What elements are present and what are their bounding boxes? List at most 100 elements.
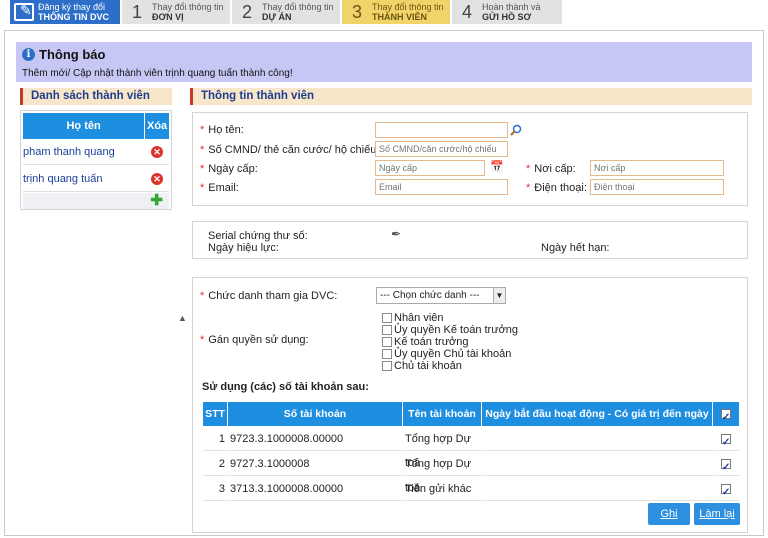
step-number: 4 [461,1,472,22]
step-label-line1: Thay đổi thông tin [372,2,444,12]
step-label-line1: Đăng ký thay đổi [38,2,106,12]
checkbox-label: Ủy quyền Kế toán trưởng [394,324,519,336]
issue-date-input[interactable] [375,160,485,176]
row-select-cell[interactable] [713,427,739,455]
add-member-icon[interactable]: ✚ [150,193,163,208]
valid-from-label: Ngày hiệu lực: [208,242,279,254]
member-row[interactable]: trịnh quang tuấn ✕ [23,166,169,192]
phone-input[interactable] [590,179,724,195]
row-checkbox[interactable] [721,481,731,505]
right-checkbox-deputy-account-owner[interactable]: Ủy quyền Chủ tài khoản [382,348,511,360]
row-account-number: 3713.3.1000008.00000 [228,477,402,501]
step-register-change[interactable]: Đăng ký thay đổi THÔNG TIN DVC [10,0,120,24]
position-select[interactable]: --- Chọn chức danh --- ▼ [376,287,506,304]
row-date-range [482,452,712,476]
info-icon: i [22,48,35,61]
row-stt: 3 [203,477,227,501]
chevron-down-icon[interactable]: ▼ [493,288,505,303]
checkbox[interactable] [382,337,392,347]
checkbox[interactable] [382,325,392,335]
checkbox-label: Nhân viên [394,312,444,324]
email-label: * Email: [200,182,239,194]
cursor-icon: ▲ [178,313,187,323]
fullname-input[interactable] [375,122,508,138]
issue-place-label: * Nơi cấp: [526,163,576,175]
save-button[interactable]: Ghi [648,503,690,525]
row-account-name: Tổng hợp Dự toá [403,427,481,469]
wizard-steps: Đăng ký thay đổi THÔNG TIN DVC 1 Thay đổ… [0,0,768,26]
position-label: * Chức danh tham gia DVC: [200,290,338,302]
delete-icon[interactable]: ✕ [151,172,163,185]
row-checkbox[interactable] [721,456,731,480]
row-select-cell[interactable] [713,477,739,505]
row-account-number: 9723.3.1000008.00000 [228,427,402,451]
row-stt: 1 [203,427,227,451]
step-unit[interactable]: 1 Thay đổi thông tin ĐƠN VỊ [122,0,230,24]
accounts-title: Sử dụng (các) số tài khoản sau: [202,381,369,393]
step-complete-submit[interactable]: 4 Hoàn thành và GỬI HỒ SƠ [452,0,562,24]
step-label-line1: Thay đổi thông tin [262,2,334,12]
row-date-range [482,477,712,501]
delete-icon[interactable]: ✕ [151,145,163,158]
notice-title-text: Thông báo [39,47,106,62]
row-stt: 2 [203,452,227,476]
row-account-number: 9727.3.1000008 [228,452,402,476]
checkbox-label: Kế toán trưởng [394,336,469,348]
col-header-account-name: Tên tài khoản [403,402,481,426]
notice-title: i Thông báo [22,47,105,62]
member-name-link[interactable]: pham thanh quang [23,146,145,158]
row-account-name: Tiền gửi khác [403,477,481,501]
calendar-icon[interactable]: 📅 [490,160,504,173]
position-select-value: --- Chọn chức danh --- [380,290,480,301]
valid-to-label: Ngày hết hạn: [541,242,610,254]
checkbox[interactable] [382,361,392,371]
id-number-input[interactable] [375,141,508,157]
step-number: 2 [241,1,252,22]
step-label-line2: ĐƠN VỊ [152,12,184,22]
email-input[interactable] [375,179,508,195]
member-table-footer: ✚ [23,193,169,209]
rights-label: * Gán quyền sử dụng: [200,334,309,346]
step-project[interactable]: 2 Thay đổi thông tin DỰ ÁN [232,0,340,24]
right-checkbox-staff[interactable]: Nhân viên [382,312,444,324]
search-icon[interactable] [510,124,522,136]
col-header-stt: STT [203,402,227,426]
col-header-select-all[interactable] [713,402,739,430]
edit-document-icon [14,2,34,21]
row-account-name: Tổng hợp Dự toá [403,452,481,494]
row-select-cell[interactable] [713,452,739,480]
member-row[interactable]: pham thanh quang ✕ [23,139,169,165]
select-all-checkbox[interactable] [721,406,731,430]
member-name-link[interactable]: trịnh quang tuấn [23,173,145,185]
pen-icon[interactable]: ✒ [391,227,401,241]
checkbox[interactable] [382,313,392,323]
checkbox-label: Chủ tài khoản [394,360,462,372]
step-label-line2: GỬI HỒ SƠ [482,12,532,22]
members-heading: Danh sách thành viên [20,88,172,105]
step-label-line2: THÔNG TIN DVC [38,12,109,22]
row-checkbox[interactable] [721,431,731,455]
right-checkbox-chief-accountant[interactable]: Kế toán trưởng [382,336,469,348]
step-number: 1 [131,1,142,22]
id-label: * Số CMND/ thẻ căn cước/ hộ chiếu: [200,144,380,156]
phone-label: * Điện thoại: [526,182,587,194]
step-number: 3 [351,1,362,22]
col-header-name: Họ tên [23,113,145,139]
reset-button[interactable]: Làm lại [694,503,740,525]
step-member[interactable]: 3 Thay đổi thông tin THÀNH VIÊN [342,0,450,24]
fullname-label: * Họ tên: [200,124,244,136]
col-header-delete: Xóa [145,113,169,139]
col-header-account-number: Số tài khoản [228,402,402,426]
right-checkbox-deputy-chief-accountant[interactable]: Ủy quyền Kế toán trưởng [382,324,518,336]
col-header-date-range: Ngày bắt đầu hoạt động - Có giá trị đến … [482,402,712,426]
member-info-heading: Thông tin thành viên [190,88,752,105]
issue-place-input[interactable] [590,160,724,176]
step-label-line1: Thay đổi thông tin [152,2,224,12]
step-label-line1: Hoàn thành và [482,2,541,12]
issue-date-label: * Ngày cấp: [200,163,258,175]
step-label-line2: DỰ ÁN [262,12,292,22]
member-table-header: Họ tên Xóa [23,113,169,139]
notice-box: i Thông báo Thêm mới/ Cập nhật thành viê… [16,42,752,82]
checkbox[interactable] [382,349,392,359]
right-checkbox-account-owner[interactable]: Chủ tài khoản [382,360,462,372]
